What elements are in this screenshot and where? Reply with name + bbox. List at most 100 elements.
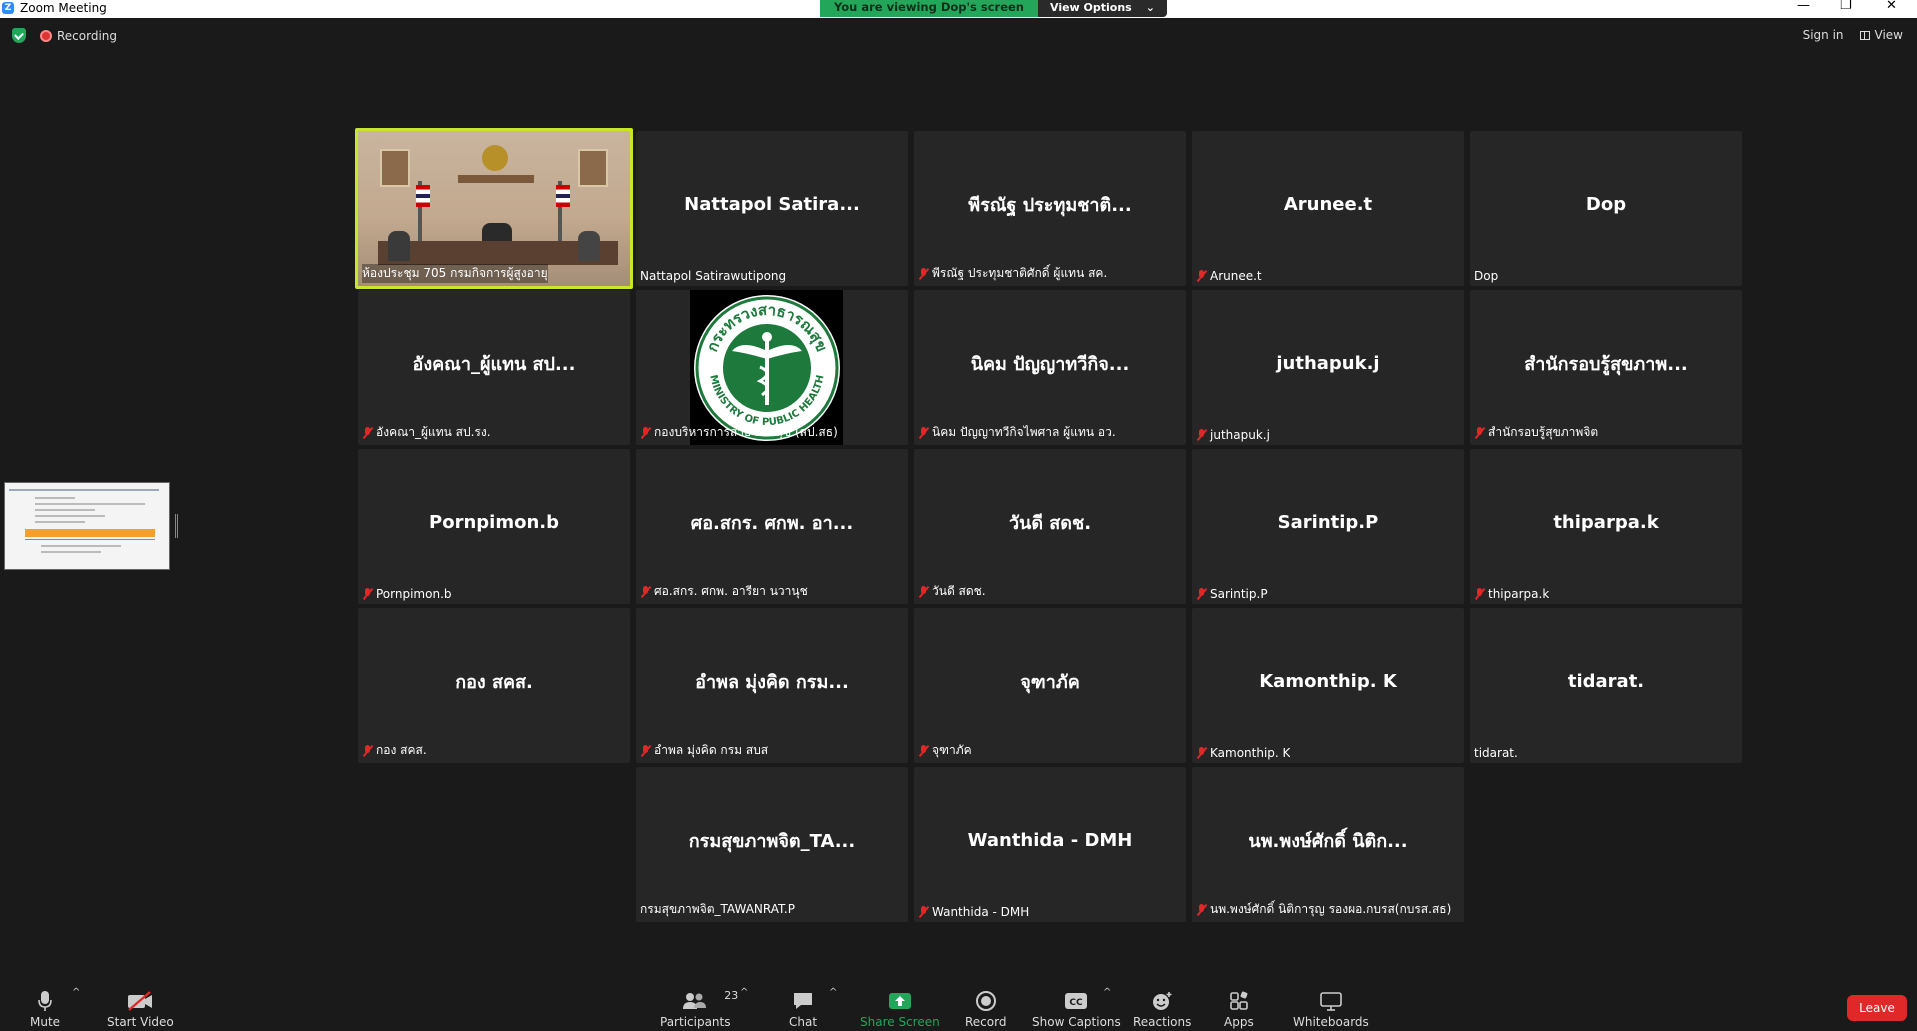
participant-name: Wanthida - DMH (932, 905, 1030, 919)
record-label: Record (965, 1015, 1007, 1029)
participants-button[interactable]: 23 Participants (660, 987, 738, 1029)
view-options-button[interactable]: View Options ⌄ (1038, 0, 1167, 17)
participant-tile[interactable]: Dop Dop (1470, 131, 1742, 286)
participant-name-label: thiparpa.k (1474, 587, 1549, 601)
view-button[interactable]: View (1859, 28, 1903, 42)
participant-name: thiparpa.k (1488, 587, 1550, 601)
share-screen-icon (888, 993, 911, 1009)
participant-tile[interactable]: Arunee.t Arunee.t (1192, 131, 1464, 286)
chat-caret-icon[interactable]: ^ (829, 987, 837, 998)
sign-in-button[interactable]: Sign in (1803, 28, 1844, 42)
shared-screen-thumbnail[interactable] (4, 482, 170, 570)
participant-display-name: Arunee.t (1283, 194, 1373, 215)
participant-name: พีรณัฐ ประทุมชาติศักดิ์ ผู้แทน สค. (932, 266, 1108, 280)
participant-display-name: อังคณา_ผู้แทน สป... (412, 354, 576, 375)
participant-tile[interactable]: Wanthida - DMH Wanthida - DMH (914, 767, 1186, 922)
muted-mic-icon (1196, 270, 1207, 282)
captions-caret-icon[interactable]: ^ (1103, 987, 1111, 998)
restore-icon[interactable]: ❐ (1840, 0, 1852, 14)
participant-name-label: อังคณา_ผู้แทน สป.รง. (362, 423, 491, 442)
participant-tile[interactable]: Sarintip.P Sarintip.P (1192, 449, 1464, 604)
participant-display-name: สำนักรอบรู้สุขภาพ... (1524, 354, 1688, 375)
chat-button[interactable]: Chat (789, 987, 817, 1029)
participant-tile[interactable]: tidarat. tidarat. (1470, 608, 1742, 763)
participant-tile[interactable]: นิคม ปัญญาทวีกิจ... นิคม ปัญญาทวีกิจไพศาล… (914, 290, 1186, 445)
participant-display-name: ศอ.สกร. ศกพ. อา... (690, 513, 854, 534)
muted-mic-icon (362, 588, 373, 600)
participant-name: วันดี สดช. (932, 584, 986, 598)
whiteboards-button[interactable]: Whiteboards (1293, 987, 1369, 1029)
participant-display-name: อำพล มุ่งคิด กรม... (695, 672, 849, 693)
record-button[interactable]: Record (965, 987, 1006, 1029)
participant-tile[interactable]: อำพล มุ่งคิด กรม... อำพล มุ่งคิด กรม สบส (636, 608, 908, 763)
minimize-icon[interactable]: — (1797, 0, 1810, 14)
panel-drag-handle[interactable] (175, 514, 178, 538)
participant-name: กองบริหารการสาธารณสุข (สป.สธ) (654, 425, 838, 439)
participant-tile[interactable]: วันดี สดช. วันดี สดช. (914, 449, 1186, 604)
participant-tile[interactable]: thiparpa.k thiparpa.k (1470, 449, 1742, 604)
closed-captions-icon: CC (1065, 993, 1088, 1009)
reactions-label: Reactions (1133, 1015, 1192, 1029)
participant-tile[interactable]: กอง สคส. กอง สคส. (358, 608, 630, 763)
muted-mic-icon (362, 744, 373, 757)
participant-tile[interactable]: สำนักรอบรู้สุขภาพ... สำนักรอบรู้สุขภาพจิต (1470, 290, 1742, 445)
participant-tile[interactable]: จุฑาภัค จุฑาภัค (914, 608, 1186, 763)
mute-label: Mute (30, 1015, 61, 1029)
participant-display-name: จุฑาภัค (1020, 672, 1080, 693)
participant-tile[interactable]: juthapuk.j juthapuk.j (1192, 290, 1464, 445)
participant-name: จุฑาภัค (932, 743, 972, 757)
muted-mic-icon (1474, 426, 1485, 439)
share-screen-button[interactable]: Share Screen (860, 987, 940, 1029)
participant-name: สำนักรอบรู้สุขภาพจิต (1488, 425, 1599, 439)
participant-name: Sarintip.P (1210, 587, 1268, 601)
recording-indicator[interactable]: Recording (40, 29, 117, 43)
participant-display-name: พีรณัฐ ประทุมชาติ... (968, 195, 1132, 216)
participant-tile[interactable]: นพ.พงษ์ศักดิ์ นิติก... นพ.พงษ์ศักดิ์ นิติ… (1192, 767, 1464, 922)
svg-text:CC: CC (1070, 998, 1084, 1008)
muted-mic-icon (640, 426, 651, 439)
participant-display-name: กรมสุขภาพจิต_TA... (688, 831, 856, 852)
participant-tile[interactable]: กรมสุขภาพจิต_TA... กรมสุขภาพจิต_TAWANRAT.… (636, 767, 908, 922)
participant-display-name: Dop (1585, 194, 1627, 215)
participant-tile[interactable]: อังคณา_ผู้แทน สป... อังคณา_ผู้แทน สป.รง. (358, 290, 630, 445)
participant-name-label: พีรณัฐ ประทุมชาติศักดิ์ ผู้แทน สค. (918, 264, 1107, 283)
participant-tile[interactable]: ห้องประชุม 705 กรมกิจการผู้สูงอายุ (355, 128, 633, 289)
audio-options-caret-icon[interactable]: ^ (72, 987, 80, 998)
participant-name: Dop (1474, 269, 1499, 283)
participant-tile[interactable]: Kamonthip. K Kamonthip. K (1192, 608, 1464, 763)
muted-mic-icon (1196, 588, 1207, 600)
show-captions-label: Show Captions (1032, 1015, 1121, 1029)
participant-tile[interactable]: กระทรวงสาธารณสุข MINISTRY OF PUBLIC HEALT… (636, 290, 908, 445)
meeting-toolbar: Mute ^ Start Video 23 Participants ^ Cha… (0, 977, 1917, 1031)
mute-button[interactable]: Mute (30, 987, 60, 1029)
participant-name-label: กองบริหารการสาธารณสุข (สป.สธ) (640, 423, 838, 442)
ministry-of-public-health-logo: กระทรวงสาธารณสุข MINISTRY OF PUBLIC HEALT… (690, 290, 843, 445)
participant-name: Kamonthip. K (1210, 746, 1291, 760)
participant-name: อังคณา_ผู้แทน สป.รง. (376, 425, 491, 439)
top-right-actions: Sign in View (1803, 28, 1903, 42)
participant-display-name: Sarintip.P (1277, 512, 1379, 533)
reactions-button[interactable]: Reactions (1133, 987, 1191, 1029)
participants-label: Participants (660, 1015, 731, 1029)
start-video-button[interactable]: Start Video (107, 987, 174, 1029)
muted-mic-icon (640, 744, 651, 757)
participant-tile[interactable]: ศอ.สกร. ศกพ. อา... ศอ.สกร. ศกพ. อารียา นว… (636, 449, 908, 604)
participant-name-label: Sarintip.P (1196, 587, 1268, 601)
leave-button[interactable]: Leave (1847, 995, 1907, 1021)
participant-tile[interactable]: Pornpimon.b Pornpimon.b (358, 449, 630, 604)
participant-display-name: Pornpimon.b (429, 512, 559, 533)
apps-button[interactable]: Apps (1224, 987, 1254, 1029)
participant-name-label: กอง สคส. (362, 741, 427, 760)
start-video-label: Start Video (107, 1015, 174, 1029)
participant-name-label: ห้องประชุม 705 กรมกิจการผู้สูงอายุ (362, 264, 548, 283)
participants-caret-icon[interactable]: ^ (740, 987, 748, 998)
participant-display-name: thiparpa.k (1553, 512, 1659, 533)
participant-tile[interactable]: Nattapol Satira... Nattapol Satirawutipon… (636, 131, 908, 286)
close-icon[interactable]: ✕ (1886, 0, 1897, 14)
apps-icon (1230, 991, 1248, 1010)
muted-mic-icon (1474, 588, 1485, 600)
participant-name: Arunee.t (1210, 269, 1262, 283)
security-shield-icon[interactable] (12, 28, 26, 43)
participant-tile[interactable]: พีรณัฐ ประทุมชาติ... พีรณัฐ ประทุมชาติศัก… (914, 131, 1186, 286)
participant-count: 23 (724, 989, 739, 1002)
